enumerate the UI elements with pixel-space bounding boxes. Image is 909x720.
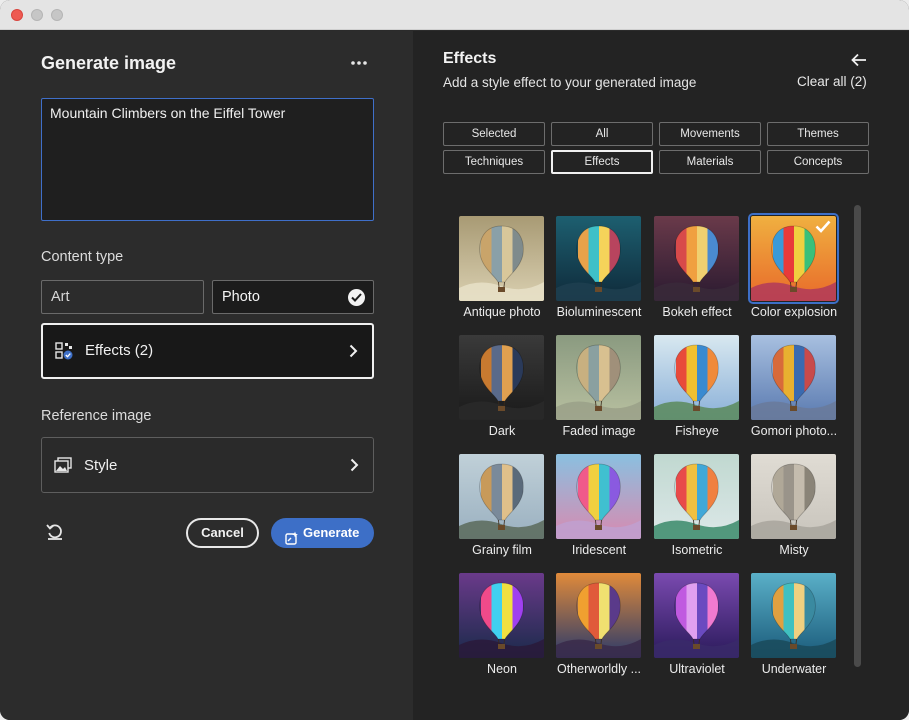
effect-thumbnail-ultraviolet[interactable]	[654, 573, 739, 658]
effect-thumbnail-underwater[interactable]	[751, 573, 836, 658]
effect-label: Grainy film	[472, 543, 532, 557]
app-window: Generate image Mountain Climbers on the …	[0, 0, 909, 720]
checkmark-icon	[815, 220, 831, 233]
minimize-window-button[interactable]	[31, 9, 43, 21]
effect-thumbnail-grainy-film[interactable]	[459, 454, 544, 539]
effect-label: Iridescent	[571, 543, 627, 557]
filter-themes[interactable]: Themes	[767, 122, 869, 146]
generate-button[interactable]: Generate	[271, 518, 374, 548]
effect-label: Fisheye	[675, 424, 719, 438]
filter-materials[interactable]: Materials	[659, 150, 761, 174]
content-type-photo-label: Photo	[222, 289, 260, 305]
effect-label: Neon	[487, 662, 517, 676]
effects-panel: Effects Add a style effect to your gener…	[413, 31, 909, 720]
reset-icon[interactable]	[45, 522, 65, 542]
effect-thumbnail-otherworldly[interactable]	[556, 573, 641, 658]
effect-label: Ultraviolet	[669, 662, 725, 676]
effects-subtitle: Add a style effect to your generated ima…	[443, 75, 697, 90]
effect-label: Faded image	[562, 424, 636, 438]
more-options-icon[interactable]	[350, 55, 372, 71]
effect-label: Isometric	[671, 543, 723, 557]
clear-all-button[interactable]: Clear all (2)	[797, 74, 867, 89]
content-type-label: Content type	[41, 249, 124, 265]
effect-label: Bioluminescent	[556, 305, 642, 319]
effect-label: Antique photo	[463, 305, 541, 319]
effect-thumbnail-color-explosion[interactable]	[748, 213, 839, 304]
filter-all[interactable]: All	[551, 122, 653, 146]
back-arrow-icon[interactable]	[851, 53, 869, 67]
effects-button-label: Effects (2)	[85, 342, 154, 359]
cancel-button[interactable]: Cancel	[186, 518, 259, 548]
effect-label: Dark	[488, 424, 516, 438]
effect-label: Underwater	[761, 662, 827, 676]
effect-thumbnail-bokeh-effect[interactable]	[654, 216, 739, 301]
content-type-photo[interactable]: Photo	[212, 280, 374, 314]
filter-concepts[interactable]: Concepts	[767, 150, 869, 174]
title-bar	[0, 0, 909, 30]
chevron-right-icon	[349, 344, 358, 363]
scrollbar[interactable]	[854, 205, 861, 667]
effect-thumbnail-gomori-photo[interactable]	[751, 335, 836, 420]
effect-label: Bokeh effect	[662, 305, 732, 319]
generate-button-label: Generate	[303, 525, 360, 540]
effect-thumbnail-antique-photo[interactable]	[459, 216, 544, 301]
zoom-window-button[interactable]	[51, 9, 63, 21]
effect-thumbnail-bioluminescent[interactable]	[556, 216, 641, 301]
checkmark-icon	[348, 289, 365, 306]
effect-label: Otherworldly ...	[556, 662, 642, 676]
chevron-right-icon	[350, 458, 359, 477]
effects-button[interactable]: Effects (2)	[41, 323, 374, 379]
effects-icon	[55, 342, 73, 365]
prompt-input[interactable]: Mountain Climbers on the Eiffel Tower	[41, 98, 374, 221]
effect-thumbnail-dark[interactable]	[459, 335, 544, 420]
effects-title: Effects	[443, 50, 497, 67]
reference-image-label: Reference image	[41, 408, 152, 424]
effect-thumbnail-faded-image[interactable]	[556, 335, 641, 420]
effect-thumbnail-neon[interactable]	[459, 573, 544, 658]
effect-thumbnail-misty[interactable]	[751, 454, 836, 539]
content-type-art-label: Art	[51, 289, 70, 305]
style-button[interactable]: Style	[41, 437, 374, 493]
generate-icon	[285, 526, 299, 556]
filter-techniques[interactable]: Techniques	[443, 150, 545, 174]
image-icon	[54, 457, 72, 478]
close-window-button[interactable]	[11, 9, 23, 21]
filter-selected[interactable]: Selected	[443, 122, 545, 146]
effect-thumbnail-iridescent[interactable]	[556, 454, 641, 539]
filter-effects[interactable]: Effects	[551, 150, 653, 174]
filter-movements[interactable]: Movements	[659, 122, 761, 146]
effect-label: Misty	[779, 543, 809, 557]
panel-title: Generate image	[41, 53, 177, 73]
effect-label: Gomori photo...	[750, 424, 838, 438]
generate-panel: Generate image Mountain Climbers on the …	[0, 31, 413, 720]
effect-label: Color explosion	[750, 305, 838, 319]
content-type-art[interactable]: Art	[41, 280, 204, 314]
effect-thumbnail-fisheye[interactable]	[654, 335, 739, 420]
style-button-label: Style	[84, 457, 118, 474]
effect-thumbnail-isometric[interactable]	[654, 454, 739, 539]
